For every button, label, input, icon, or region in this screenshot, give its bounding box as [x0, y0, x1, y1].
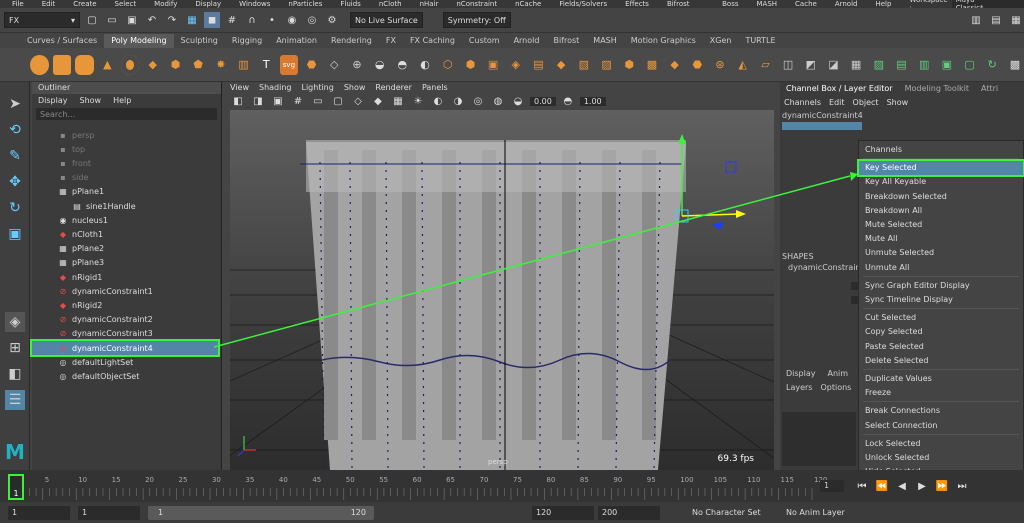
- current-frame-field[interactable]: 1: [820, 480, 844, 492]
- range-slider-bar: 1 1 1 120 120 200 No Character Set No An…: [0, 502, 1024, 523]
- timeline-tick-label: 85: [580, 476, 589, 484]
- character-set-dropdown[interactable]: No Character Set: [692, 506, 761, 520]
- playback-end-field[interactable]: 120: [532, 506, 594, 520]
- anim-layer-dropdown[interactable]: No Anim Layer: [786, 506, 845, 520]
- current-frame-marker[interactable]: 1: [8, 474, 24, 500]
- timeline-tick-label: 20: [145, 476, 154, 484]
- range-slider-end: 120: [350, 508, 366, 517]
- timeline-tick-label: 70: [480, 476, 489, 484]
- timeline-tick-label: 110: [747, 476, 760, 484]
- timeline-tick-label: 80: [546, 476, 555, 484]
- timeline-tick-label: 10: [78, 476, 87, 484]
- timeline-tick-label: 65: [446, 476, 455, 484]
- timeline-tick-label: 55: [379, 476, 388, 484]
- step-forward-icon[interactable]: ⏩: [934, 478, 950, 494]
- timeline-tick-label: 40: [279, 476, 288, 484]
- step-back-icon[interactable]: ⏪: [874, 478, 890, 494]
- timeline-tick-label: 60: [413, 476, 422, 484]
- timeline-tick-label: 25: [179, 476, 188, 484]
- timeline-tick-label: 15: [112, 476, 121, 484]
- playback-start-field[interactable]: 1: [78, 506, 140, 520]
- timeline-tick-label: 30: [212, 476, 221, 484]
- timeline-ruler: 1510152025303540455055606570758085909510…: [15, 476, 827, 500]
- timeline-tick-label: 90: [613, 476, 622, 484]
- timeline-tick-label: 95: [647, 476, 656, 484]
- timeline-tick-label: 35: [245, 476, 254, 484]
- timeline-tick-label: 50: [346, 476, 355, 484]
- end-time-field[interactable]: 200: [598, 506, 660, 520]
- time-slider[interactable]: 1510152025303540455055606570758085909510…: [0, 470, 1024, 502]
- start-time-field[interactable]: 1: [8, 506, 70, 520]
- timeline-tick-label: 115: [781, 476, 794, 484]
- range-slider-start: 1: [158, 508, 164, 517]
- go-to-start-icon[interactable]: ⏮: [854, 478, 870, 494]
- play-backward-icon[interactable]: ◀: [894, 478, 910, 494]
- timeline-tick-label: 100: [680, 476, 693, 484]
- play-forward-icon[interactable]: ▶: [914, 478, 930, 494]
- timeline-tick-label: 5: [45, 476, 49, 484]
- timeline-tick-label: 45: [312, 476, 321, 484]
- range-slider-handle[interactable]: 1 120: [148, 506, 374, 520]
- timeline-tick-label: 105: [714, 476, 727, 484]
- timeline-tick-label: 75: [513, 476, 522, 484]
- annotation-arrows: [213, 172, 858, 348]
- go-to-end-icon[interactable]: ⏭: [954, 478, 970, 494]
